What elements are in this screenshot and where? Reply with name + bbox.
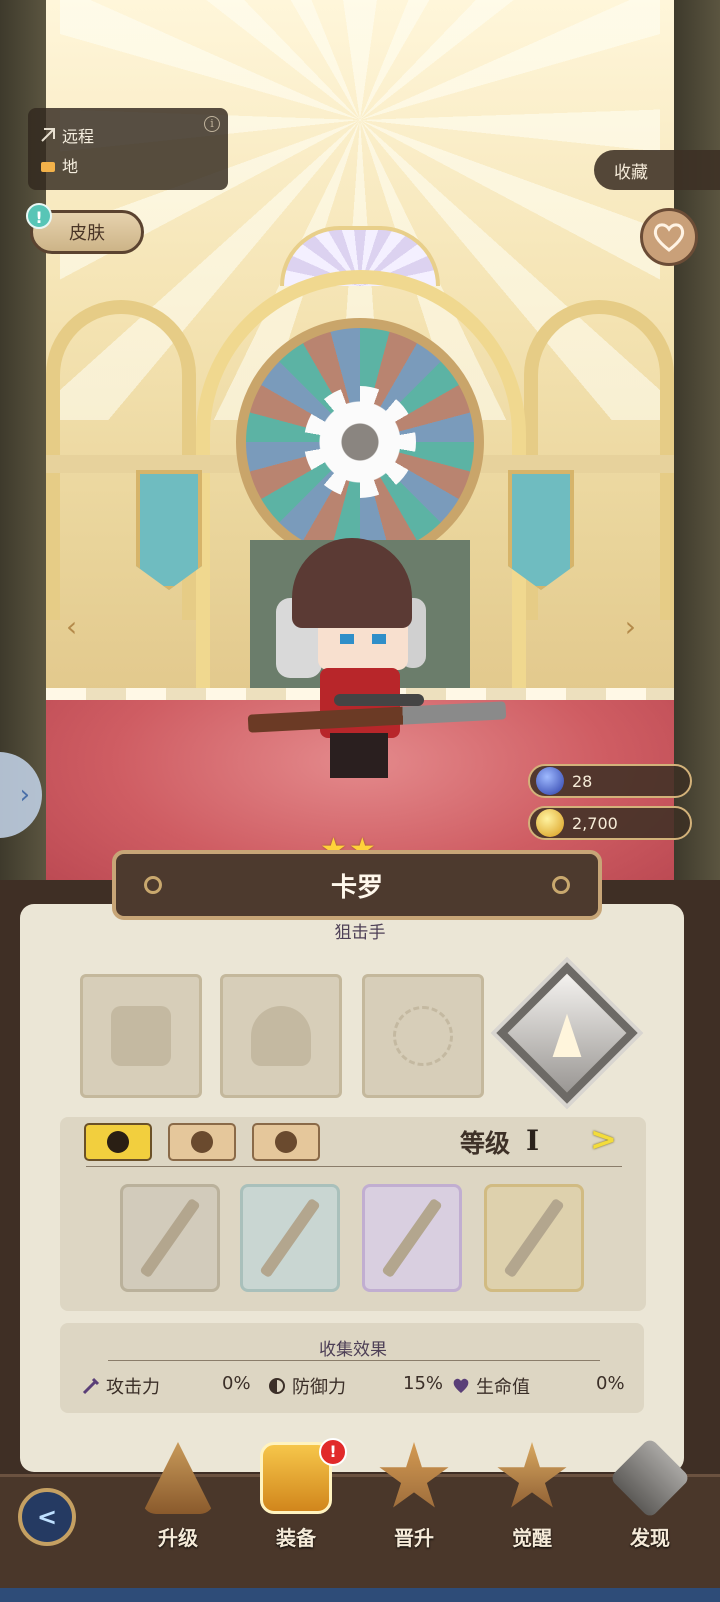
nav-label: 晋升 (394, 1526, 434, 1550)
gold-count: 2,700 (572, 813, 618, 833)
next-level-button[interactable]: > (590, 1120, 617, 1158)
tab-accessory[interactable] (252, 1123, 320, 1161)
nav-label: 发现 (630, 1526, 670, 1550)
gold-counter: 2,700 (528, 806, 692, 840)
stat-value: 0% (222, 1373, 251, 1394)
gem-counter: 28 (528, 764, 692, 798)
level-value: I (526, 1124, 540, 1157)
necklace-icon (393, 1006, 453, 1066)
terrain-label: 地 (62, 157, 79, 176)
stat-label: 攻击力 (106, 1377, 160, 1398)
name-plate: 卡罗 (112, 850, 602, 920)
stat-hp: 生命值 (452, 1373, 530, 1399)
nav-discover[interactable]: 发现 (600, 1437, 700, 1572)
character-legs (330, 733, 388, 778)
alert-icon: ! (26, 203, 52, 229)
collect-button-label: 收藏 (614, 162, 648, 183)
shield-swords-icon (107, 1131, 129, 1153)
awaken-star-icon (497, 1442, 567, 1508)
rifle-icon (259, 1197, 321, 1279)
moon-banner-left (136, 470, 202, 590)
discover-icon (609, 1437, 691, 1519)
collection-effect-title: 收集效果 (319, 1340, 387, 1360)
character-name: 卡罗 (330, 872, 383, 903)
bow-icon (41, 128, 55, 142)
nav-upgrade[interactable]: 升级 (128, 1442, 228, 1572)
divider (108, 1360, 600, 1361)
nav-promote[interactable]: 晋升 (364, 1442, 464, 1572)
stat-attack: 攻击力 (82, 1373, 160, 1399)
promote-star-icon (379, 1442, 449, 1508)
equipment-card-common[interactable] (120, 1184, 220, 1292)
nav-label: 升级 (158, 1526, 198, 1550)
back-button[interactable]: < (18, 1488, 76, 1546)
attack-type-label: 远程 (62, 127, 95, 146)
armor-slot[interactable] (220, 974, 342, 1098)
rifle-icon (503, 1197, 565, 1279)
chevron-right-icon: › (19, 780, 30, 810)
stat-label: 防御力 (292, 1377, 346, 1398)
divider (86, 1166, 622, 1167)
chevron-left-icon[interactable]: ‹ (66, 610, 77, 643)
gem-icon (536, 767, 564, 795)
accessory-slot[interactable] (362, 974, 484, 1098)
shield-swords-icon (111, 1006, 171, 1066)
heart-icon (453, 1378, 469, 1393)
level-label: 等级 (460, 1129, 511, 1158)
gear-icon (552, 876, 570, 894)
heart-icon (653, 223, 685, 252)
chevron-right-icon[interactable]: › (625, 610, 636, 643)
gear-icon (144, 876, 162, 894)
character-eye-right (372, 634, 386, 644)
nav-label: 觉醒 (512, 1526, 552, 1550)
necklace-icon (275, 1131, 297, 1153)
tab-armor[interactable] (168, 1123, 236, 1161)
collect-button[interactable]: 收藏 (594, 150, 720, 190)
gear-emblem (304, 386, 416, 498)
stat-label: 生命值 (476, 1377, 530, 1398)
skin-button-label: 皮肤 (69, 223, 105, 244)
armor-icon (191, 1131, 213, 1153)
equipment-card-uncommon[interactable] (240, 1184, 340, 1292)
upgrade-icon (142, 1442, 214, 1514)
info-icon[interactable]: i (204, 116, 220, 132)
class-crest (496, 962, 638, 1104)
attack-type-row: 远程 (40, 120, 216, 150)
bottom-strip (0, 1588, 720, 1602)
nav-awaken[interactable]: 觉醒 (482, 1442, 582, 1572)
character-class: 狙击手 (334, 923, 386, 943)
rifle-scope (334, 694, 424, 706)
favorite-button[interactable] (640, 208, 698, 266)
rifle-icon (381, 1197, 443, 1279)
weapon-slot[interactable] (80, 974, 202, 1098)
character-sprite (247, 528, 508, 788)
chevron-left-icon: < (36, 1503, 58, 1531)
character-hat (292, 538, 412, 628)
rifle-icon (139, 1197, 201, 1279)
nav-label: 装备 (276, 1526, 316, 1550)
stat-value: 15% (403, 1373, 444, 1394)
character-eye-left (340, 634, 354, 644)
terrain-row: 地 (40, 150, 216, 180)
notification-badge: ! (319, 1438, 347, 1466)
equipment-card-epic[interactable] (484, 1184, 584, 1292)
ground-icon (41, 162, 55, 172)
gem-count: 28 (572, 771, 593, 791)
moon-banner-right (508, 470, 574, 590)
stat-defense: 防御力 (268, 1373, 346, 1399)
shield-icon (269, 1378, 285, 1394)
tab-weapon[interactable] (84, 1123, 152, 1161)
gold-icon (536, 809, 564, 837)
armor-icon (251, 1006, 311, 1066)
attribute-info-card[interactable]: 远程 地 i (28, 108, 228, 190)
sword-icon (82, 1377, 100, 1395)
stat-value: 0% (596, 1373, 625, 1394)
equipment-card-rare[interactable] (362, 1184, 462, 1292)
